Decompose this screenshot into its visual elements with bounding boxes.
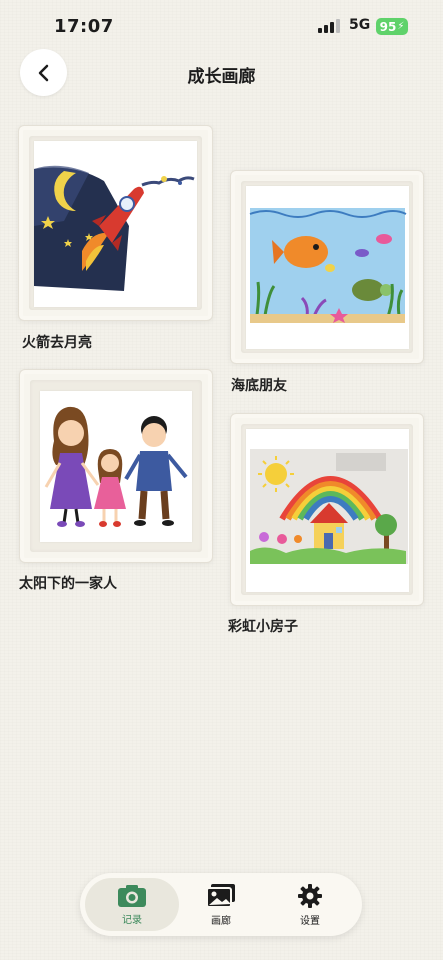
status-bar: 17:07 5G 95 ⚡ — [0, 0, 443, 52]
gallery-icon — [206, 883, 235, 908]
rainbow-house-drawing — [246, 429, 409, 592]
gallery-item-title: 彩虹小房子 — [228, 619, 298, 635]
rocket-moon-drawing — [34, 141, 197, 307]
gallery-item-title: 海底朋友 — [231, 378, 287, 394]
status-time: 17:07 — [54, 16, 114, 37]
family-drawing — [40, 391, 192, 542]
gallery-card[interactable] — [18, 125, 213, 321]
battery-level: 95 — [379, 19, 397, 34]
gallery-card[interactable] — [230, 413, 424, 606]
page-title: 成长画廊 — [187, 67, 256, 87]
tab-record-label: 记录 — [122, 914, 142, 926]
tab-record[interactable]: 记录 — [85, 878, 179, 931]
battery-indicator: 95 ⚡ — [376, 18, 408, 35]
tab-settings[interactable]: 设置 — [265, 878, 355, 931]
tab-gallery-label: 画廊 — [211, 915, 231, 927]
underwater-drawing — [246, 186, 409, 349]
gallery-card[interactable] — [230, 170, 424, 364]
network-type: 5G — [349, 17, 371, 33]
gallery-item-title: 火箭去月亮 — [22, 335, 92, 351]
camera-icon — [118, 884, 146, 907]
signal-icon — [318, 19, 340, 33]
gallery-card[interactable] — [19, 369, 213, 563]
gallery-item-title: 太阳下的一家人 — [19, 576, 117, 592]
bottom-tab-bar: 记录 画廊 设置 — [80, 873, 362, 936]
tab-settings-label: 设置 — [300, 915, 320, 927]
gear-icon — [298, 883, 322, 908]
tab-gallery[interactable]: 画廊 — [176, 878, 266, 931]
